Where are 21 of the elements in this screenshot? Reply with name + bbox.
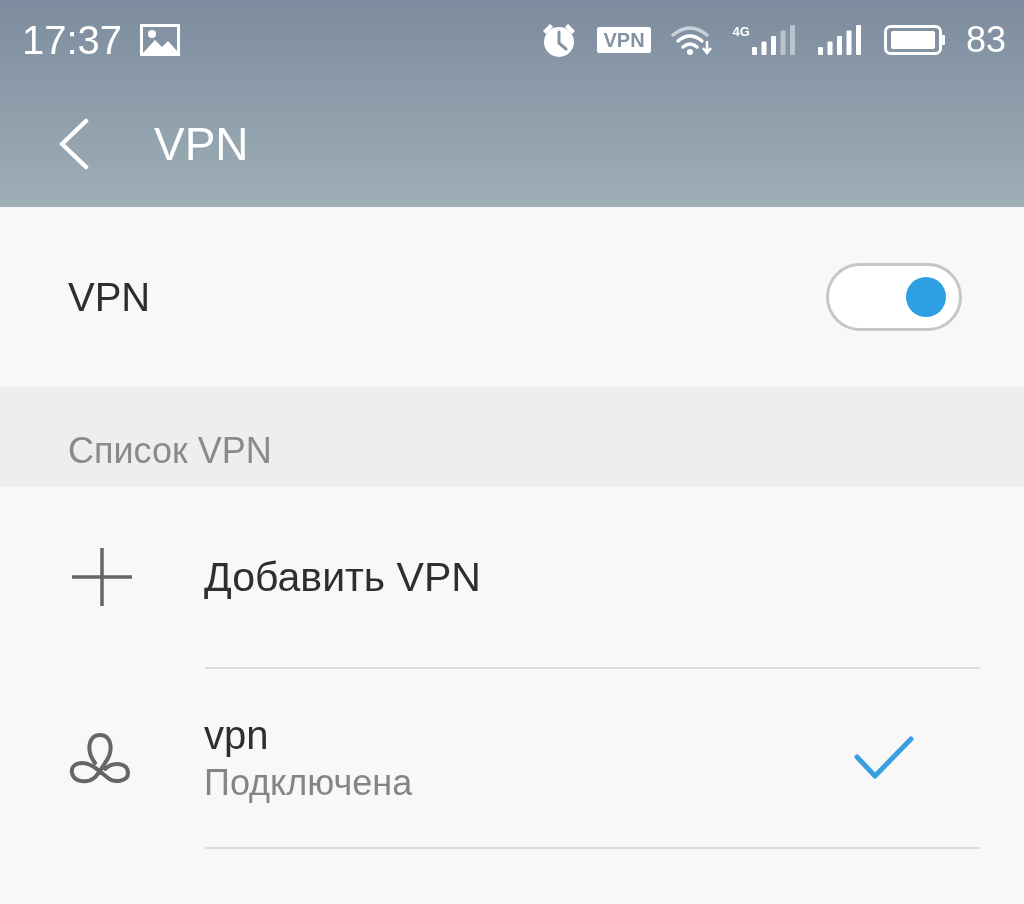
page-title: VPN [154, 120, 249, 167]
back-icon[interactable] [58, 117, 90, 170]
vpn-label: VPN [68, 277, 151, 317]
image-icon [140, 24, 181, 56]
alarm-clock-icon [541, 22, 578, 58]
battery-percent: 83 [965, 22, 1006, 58]
profile-name: vpn [204, 715, 270, 755]
trefoil-knot-icon [68, 731, 132, 785]
wifi-icon [670, 25, 713, 55]
signal-strength-icon [817, 25, 864, 55]
network-type-label: 4G [732, 25, 750, 38]
add-vpn-item[interactable]: Добавить VPN [0, 487, 1024, 667]
mobile-signal-icon [751, 25, 798, 55]
vpn-indicator: VPN [597, 27, 651, 53]
section-title: Список VPN [68, 433, 272, 469]
vpn-profile-item[interactable]: vpn Подключена [0, 669, 1024, 847]
plus-icon [72, 548, 132, 606]
battery-icon [883, 25, 946, 55]
add-vpn-label: Добавить VPN [204, 556, 481, 598]
profile-status: Подключена [204, 765, 413, 801]
status-time: 17:37 [22, 20, 123, 60]
